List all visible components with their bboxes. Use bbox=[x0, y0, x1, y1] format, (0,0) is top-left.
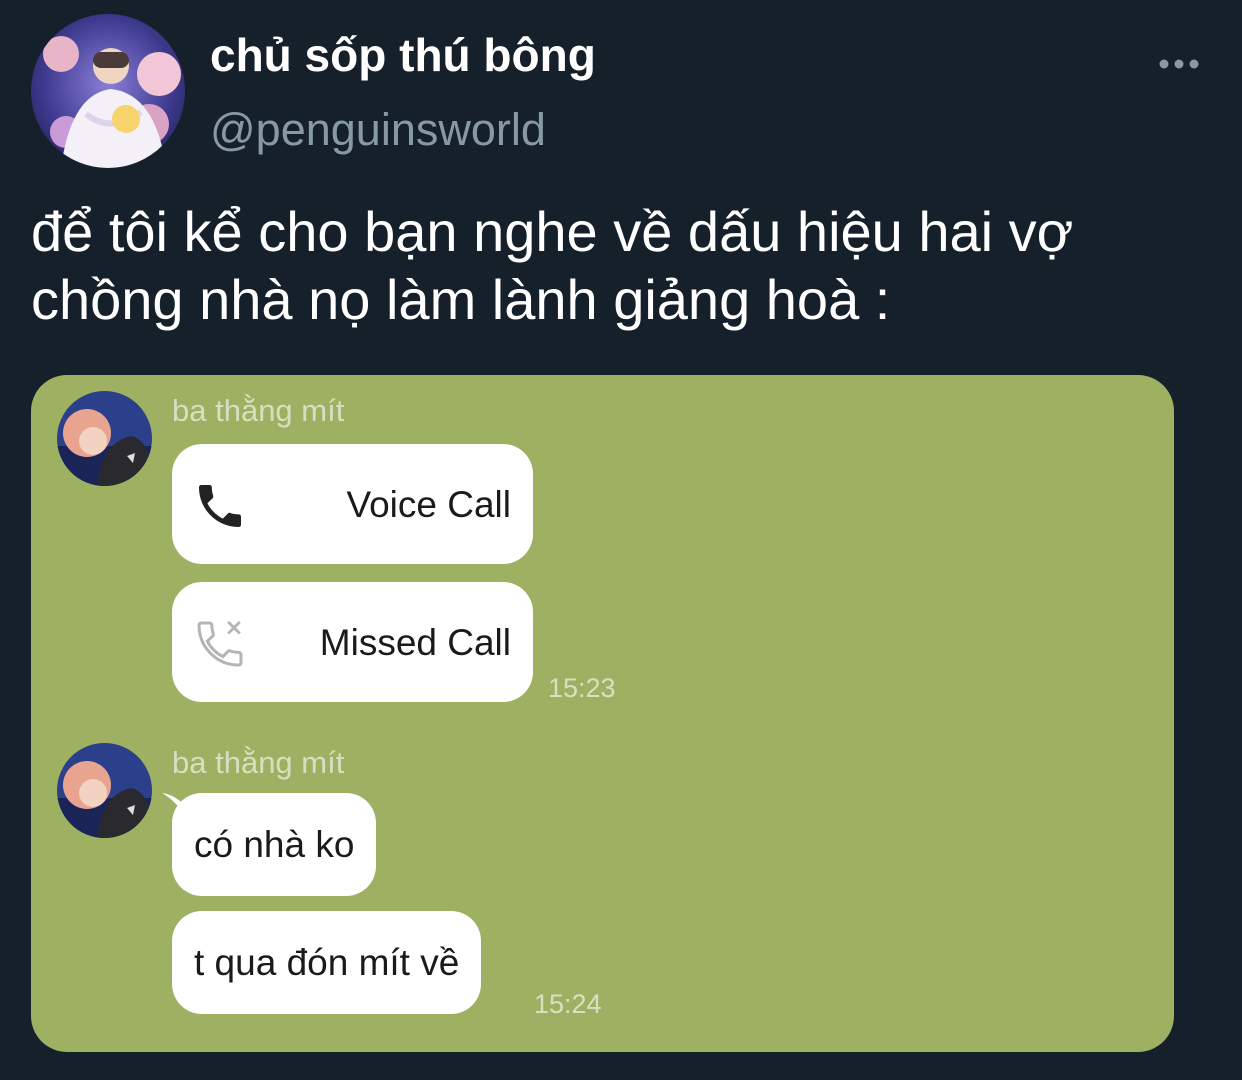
more-options-icon[interactable] bbox=[1156, 52, 1202, 76]
sender-name: ba thằng mít bbox=[172, 745, 345, 780]
message-bubble[interactable]: t qua đón mít về bbox=[172, 911, 482, 1014]
message-timestamp: 15:23 bbox=[548, 673, 616, 703]
message-bubble[interactable]: có nhà ko bbox=[172, 793, 377, 896]
message-timestamp: 15:24 bbox=[534, 989, 602, 1019]
tweet-text: để tôi kể cho bạn nghe về dấu hiệu hai v… bbox=[31, 200, 1074, 331]
call-label: Missed Call bbox=[319, 622, 511, 663]
voice-call-bubble[interactable]: Voice Call bbox=[172, 444, 533, 564]
call-label: Voice Call bbox=[346, 484, 511, 525]
sender-name: ba thằng mít bbox=[172, 393, 345, 428]
tweet-page: chủ sốp thú bông @penguinsworld để tôi k… bbox=[0, 0, 1242, 1080]
user-handle[interactable]: @penguinsworld bbox=[210, 104, 546, 156]
phone-icon bbox=[192, 478, 248, 534]
message-text: có nhà ko bbox=[194, 824, 355, 865]
chat-avatar bbox=[57, 743, 152, 838]
tweet-media-image[interactable]: ba thằng mít Voice Call Missed Call 15:2… bbox=[31, 375, 1174, 1052]
missed-call-icon bbox=[192, 616, 248, 672]
display-name[interactable]: chủ sốp thú bông bbox=[210, 28, 596, 82]
chat-avatar bbox=[57, 391, 152, 486]
message-text: t qua đón mít về bbox=[194, 942, 460, 983]
missed-call-bubble[interactable]: Missed Call bbox=[172, 582, 533, 702]
profile-avatar[interactable] bbox=[31, 14, 185, 168]
